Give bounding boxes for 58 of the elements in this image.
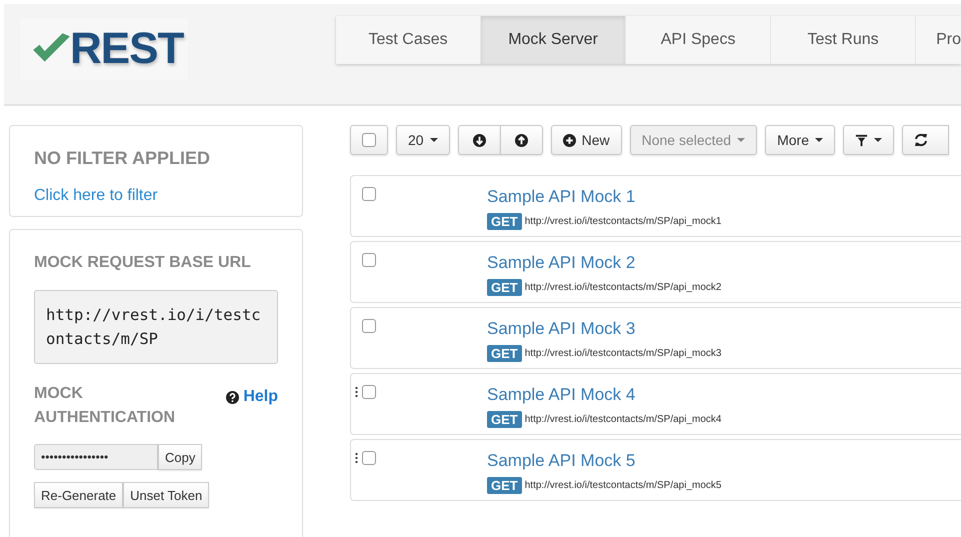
base-url-heading: MOCK REQUEST BASE URL <box>34 254 252 272</box>
more-dropdown[interactable]: More <box>765 125 836 155</box>
funnel-icon <box>855 134 868 146</box>
method-badge: GET <box>487 213 522 230</box>
nav-tab[interactable]: API Specs <box>626 16 772 64</box>
row-checkbox[interactable] <box>362 187 376 201</box>
method-badge: GET <box>487 411 522 428</box>
mock-name-link[interactable]: Sample API Mock 4 <box>487 385 722 405</box>
drag-handle-icon[interactable] <box>355 386 358 397</box>
mock-list-item[interactable]: Sample API Mock 4 GET http://vrest.io/i/testcontacts/m/SP/api_mock4 <box>350 373 961 435</box>
base-url-field[interactable]: http://vrest.io/i/testcontacts/m/SP <box>34 290 278 364</box>
filter-dropdown[interactable] <box>843 125 894 155</box>
unset-token-button[interactable]: Unset Token <box>123 482 210 508</box>
filter-status-heading: NO FILTER APPLIED <box>34 148 212 169</box>
method-badge: GET <box>487 345 522 362</box>
regenerate-button[interactable]: Re-Generate <box>34 482 124 508</box>
copy-button[interactable]: Copy <box>158 444 202 470</box>
mock-url: http://vrest.io/i/testcontacts/m/SP/api_mock4 <box>524 414 722 425</box>
method-badge: GET <box>487 477 522 494</box>
mock-name-link[interactable]: Sample API Mock 1 <box>487 187 722 207</box>
mock-url: http://vrest.io/i/testcontacts/m/SP/api_mock5 <box>524 480 722 491</box>
select-all-button[interactable] <box>350 125 388 155</box>
down-arrow-circle-icon <box>472 134 486 146</box>
nav-tab[interactable]: Pro <box>916 16 961 64</box>
mock-url: http://vrest.io/i/testcontacts/m/SP/api_mock3 <box>524 348 722 359</box>
mock-name-link[interactable]: Sample API Mock 5 <box>487 451 722 471</box>
row-checkbox[interactable] <box>362 385 376 399</box>
nav-tab[interactable]: Mock Server <box>481 16 626 64</box>
refresh-button[interactable] <box>902 125 950 155</box>
mock-list-item[interactable]: Sample API Mock 5 GET http://vrest.io/i/testcontacts/m/SP/api_mock5 <box>350 439 961 501</box>
plus-circle-icon <box>562 134 576 146</box>
filter-link[interactable]: Click here to filter <box>34 187 278 205</box>
upload-button[interactable] <box>500 125 543 155</box>
row-checkbox[interactable] <box>362 319 376 333</box>
mock-list-item[interactable]: Sample API Mock 1 GET http://vrest.io/i/testcontacts/m/SP/api_mock1 <box>350 175 961 237</box>
token-field[interactable]: •••••••••••••••• <box>34 444 158 470</box>
mock-name-link[interactable]: Sample API Mock 2 <box>487 253 722 273</box>
download-button[interactable] <box>458 125 500 155</box>
row-checkbox[interactable] <box>362 253 376 267</box>
mock-url: http://vrest.io/i/testcontacts/m/SP/api_mock1 <box>524 216 722 227</box>
caret-icon <box>874 138 882 142</box>
logo-text: REST <box>70 24 184 74</box>
drag-handle-icon[interactable] <box>355 452 358 463</box>
question-icon <box>226 390 240 404</box>
up-arrow-circle-icon <box>514 134 528 146</box>
mock-url: http://vrest.io/i/testcontacts/m/SP/api_mock2 <box>524 282 722 293</box>
mock-list-item[interactable]: Sample API Mock 3 GET http://vrest.io/i/testcontacts/m/SP/api_mock3 <box>350 307 961 369</box>
authentication-heading: MOCK AUTHENTICATION <box>34 384 176 428</box>
mock-list-item[interactable]: Sample API Mock 2 GET http://vrest.io/i/testcontacts/m/SP/api_mock2 <box>350 241 961 303</box>
nav-tab[interactable]: Test Runs <box>771 16 916 64</box>
checkbox-icon <box>362 133 376 147</box>
help-link[interactable]: Help <box>226 388 278 406</box>
mock-name-link[interactable]: Sample API Mock 3 <box>487 319 722 339</box>
refresh-icon <box>914 133 928 147</box>
row-checkbox[interactable] <box>362 451 376 465</box>
method-badge: GET <box>487 279 522 296</box>
page-size-dropdown[interactable]: 20 <box>396 125 450 155</box>
new-button[interactable]: New <box>550 125 622 155</box>
